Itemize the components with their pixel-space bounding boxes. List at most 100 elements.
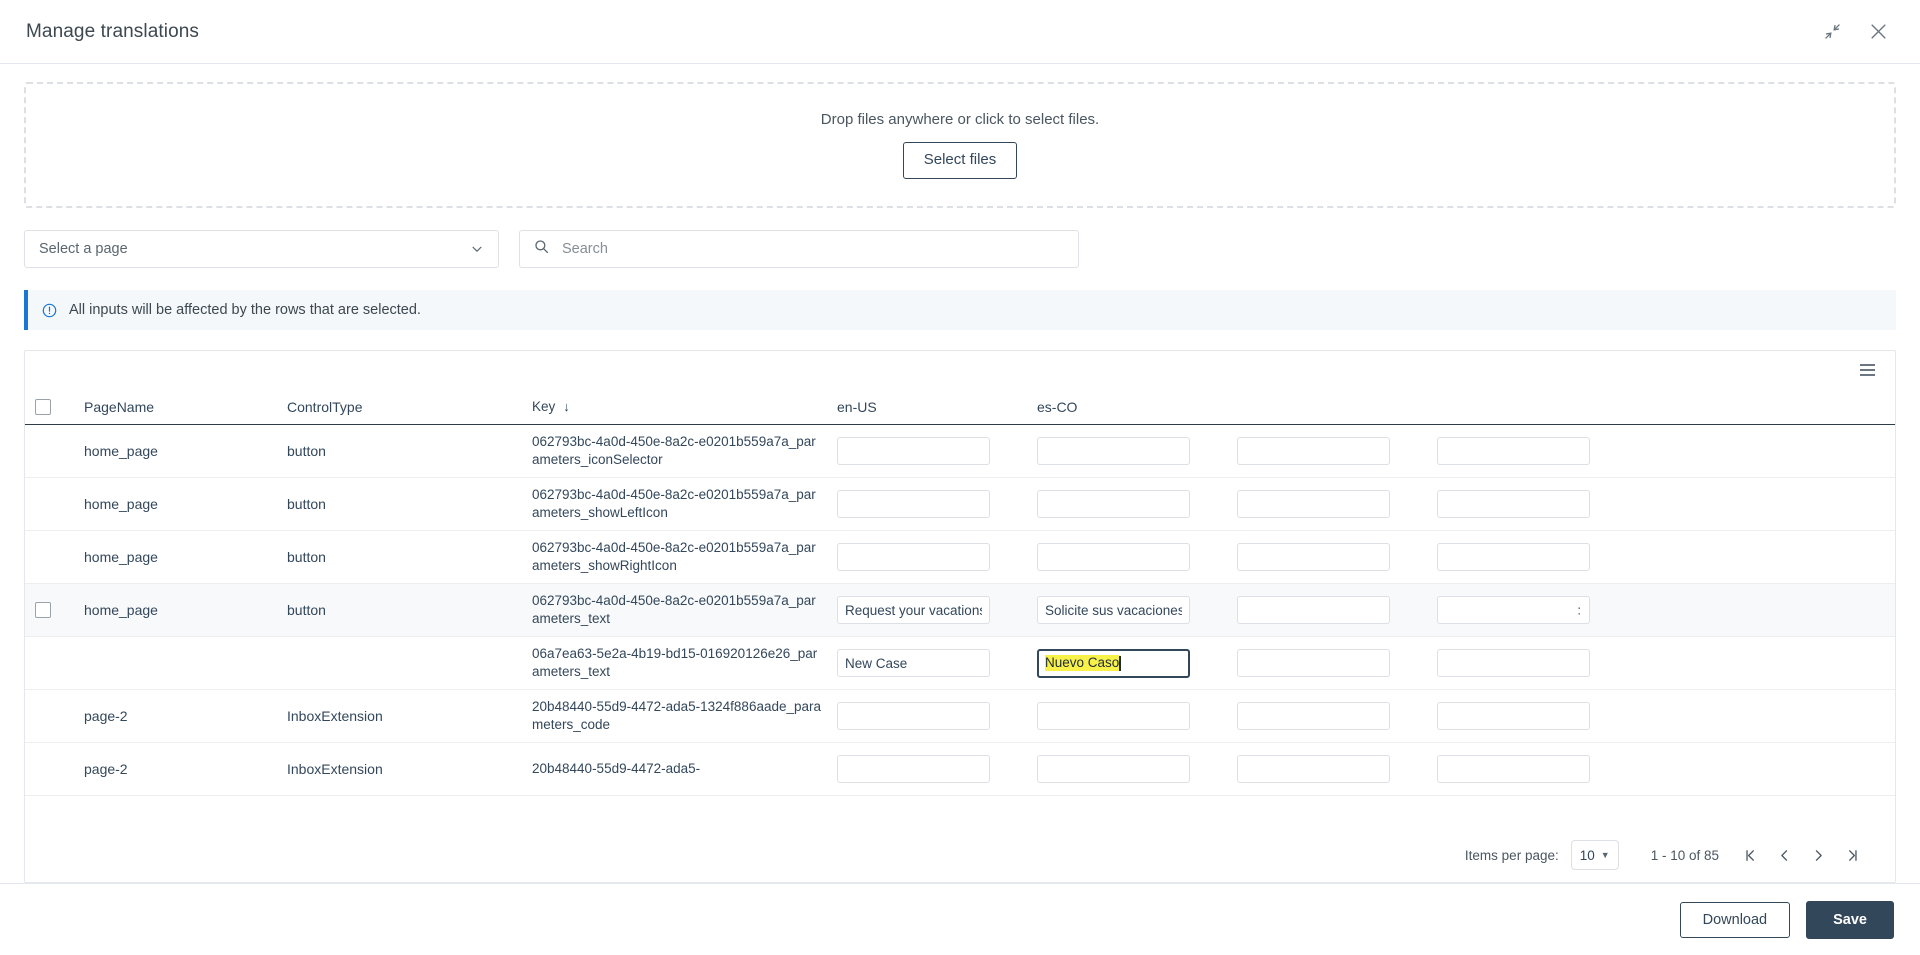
cell-input-en-us[interactable] [837, 596, 990, 624]
cell-input-col4[interactable] [1237, 596, 1390, 624]
cell-input-col5-cell: : [1437, 596, 1637, 624]
cell-input-col5[interactable] [1437, 596, 1590, 624]
cell-input-es-co-selected-text: Nuevo Caso [1045, 654, 1120, 672]
cell-input-es-co[interactable] [1037, 437, 1190, 465]
manage-translations-dialog: Manage translations Drop files anywhere … [0, 0, 1920, 955]
dialog-titlebar: Manage translations [0, 0, 1920, 64]
cell-input-es-co-cell [1037, 437, 1237, 465]
page-select-dropdown[interactable]: Select a page [24, 230, 499, 268]
table-row[interactable]: home_page button 062793bc-4a0d-450e-8a2c-e… [25, 478, 1895, 531]
search-icon [534, 239, 549, 259]
cell-key: 20b48440-55d9-4472-ada5-1324f886aade_par… [532, 699, 822, 732]
cell-input-col5[interactable] [1437, 702, 1590, 730]
cell-input-en-us-cell [837, 702, 1037, 730]
table-toolbar [25, 351, 1895, 389]
cell-input-en-us[interactable] [837, 490, 990, 518]
items-per-page-value: 10 [1579, 847, 1595, 863]
cell-input-col5-cell [1437, 702, 1637, 730]
column-header-key[interactable]: Key ↓ [532, 398, 837, 416]
cell-input-col4-cell [1237, 702, 1437, 730]
cell-input-es-co[interactable] [1037, 596, 1190, 624]
cell-input-col4-cell [1237, 649, 1437, 677]
paginator: Items per page: 10 ▼ 1 - 10 of 85 [25, 828, 1895, 882]
column-header-pagename[interactable]: PageName [67, 399, 287, 415]
close-icon[interactable] [1864, 18, 1892, 46]
info-circle-icon [42, 303, 57, 318]
file-dropzone[interactable]: Drop files anywhere or click to select f… [24, 82, 1896, 208]
pagination-range-label: 1 - 10 of 85 [1650, 847, 1719, 863]
cell-pagename: page-2 [84, 761, 128, 777]
cell-pagename: home_page [84, 549, 158, 565]
cell-input-col4[interactable] [1237, 649, 1390, 677]
cell-input-es-co[interactable] [1037, 702, 1190, 730]
cell-input-col5[interactable] [1437, 437, 1590, 465]
cell-input-en-us-cell [837, 755, 1037, 783]
column-header-controltype[interactable]: ControlType [287, 399, 532, 415]
cell-input-col5-cell [1437, 755, 1637, 783]
cell-input-es-co[interactable] [1037, 490, 1190, 518]
chevron-right-icon[interactable] [1801, 838, 1835, 872]
cell-input-col4[interactable] [1237, 490, 1390, 518]
search-box[interactable] [519, 230, 1079, 268]
cell-pagename: page-2 [84, 708, 128, 724]
page-select-label: Select a page [39, 241, 128, 257]
cell-input-col5[interactable] [1437, 543, 1590, 571]
cell-input-es-co-cell [1037, 596, 1237, 624]
cell-input-en-us[interactable] [837, 702, 990, 730]
cell-input-es-co[interactable] [1037, 543, 1190, 571]
search-input[interactable] [560, 240, 1064, 258]
sort-descending-icon: ↓ [563, 398, 570, 414]
last-page-icon[interactable] [1835, 838, 1869, 872]
cell-input-es-co[interactable] [1037, 755, 1190, 783]
cell-input-col4[interactable] [1237, 755, 1390, 783]
items-per-page-select[interactable]: 10 ▼ [1570, 840, 1619, 870]
table-body-scroll[interactable]: home_page button 062793bc-4a0d-450e-8a2c-e… [25, 425, 1895, 828]
cell-controltype: button [287, 443, 326, 459]
hamburger-menu-icon[interactable] [1856, 360, 1879, 380]
cell-input-col5[interactable] [1437, 490, 1590, 518]
cell-input-col5-cell [1437, 543, 1637, 571]
triangle-down-icon: ▼ [1600, 850, 1610, 860]
cell-input-en-us[interactable] [837, 543, 990, 571]
cell-input-en-us-cell [837, 543, 1037, 571]
cell-input-col5[interactable] [1437, 755, 1590, 783]
cell-input-es-co-cell [1037, 702, 1237, 730]
info-banner: All inputs will be affected by the rows … [24, 290, 1896, 330]
chevron-left-icon[interactable] [1767, 838, 1801, 872]
cell-controltype: InboxExtension [287, 708, 383, 724]
table-row[interactable]: home_page button 062793bc-4a0d-450e-8a2c-e… [25, 531, 1895, 584]
table-row[interactable]: 06a7ea63-5e2a-4b19-bd15-016920126e26_par… [25, 637, 1895, 690]
collapse-arrows-icon[interactable] [1818, 18, 1846, 46]
info-banner-text: All inputs will be affected by the rows … [69, 302, 421, 318]
cell-input-col5[interactable] [1437, 649, 1590, 677]
table-row[interactable]: page-2 InboxExtension 20b48440-55d9-4472-a… [25, 743, 1895, 796]
table-row[interactable]: page-2 InboxExtension 20b48440-55d9-4472-a… [25, 690, 1895, 743]
cell-input-col4[interactable] [1237, 543, 1390, 571]
first-page-icon[interactable] [1733, 838, 1767, 872]
cell-input-col4-cell [1237, 437, 1437, 465]
cell-input-col5-wrapper: : [1437, 596, 1590, 624]
cell-input-es-co-cell: Nuevo Caso [1037, 648, 1237, 678]
cell-input-col4[interactable] [1237, 437, 1390, 465]
cell-input-es-co-focused[interactable]: Nuevo Caso [1037, 648, 1190, 678]
select-files-button[interactable]: Select files [902, 142, 1018, 179]
select-all-checkbox[interactable] [35, 398, 51, 415]
download-button[interactable]: Download [1679, 901, 1791, 938]
cell-input-en-us[interactable] [837, 437, 990, 465]
save-button[interactable]: Save [1806, 900, 1894, 939]
cell-input-col5-cell [1437, 490, 1637, 518]
cell-input-en-us[interactable] [837, 755, 990, 783]
cell-input-es-co-cell [1037, 543, 1237, 571]
dropzone-text: Drop files anywhere or click to select f… [820, 111, 1100, 129]
table-row[interactable]: home_page button 062793bc-4a0d-450e-8a2c-e… [25, 425, 1895, 478]
row-checkbox[interactable] [35, 602, 51, 618]
cell-input-en-us[interactable] [837, 649, 990, 677]
cell-pagename: home_page [84, 602, 158, 618]
table-row[interactable]: home_page button 062793bc-4a0d-450e-8a2c-e… [25, 584, 1895, 637]
column-header-en-us[interactable]: en-US [837, 399, 1037, 415]
titlebar-actions [1818, 18, 1898, 46]
cell-input-col4[interactable] [1237, 702, 1390, 730]
cell-key: 062793bc-4a0d-450e-8a2c-e0201b559a7a_par… [532, 487, 816, 520]
column-header-es-co[interactable]: es-CO [1037, 399, 1237, 415]
dialog-footer: Download Save [0, 883, 1920, 955]
